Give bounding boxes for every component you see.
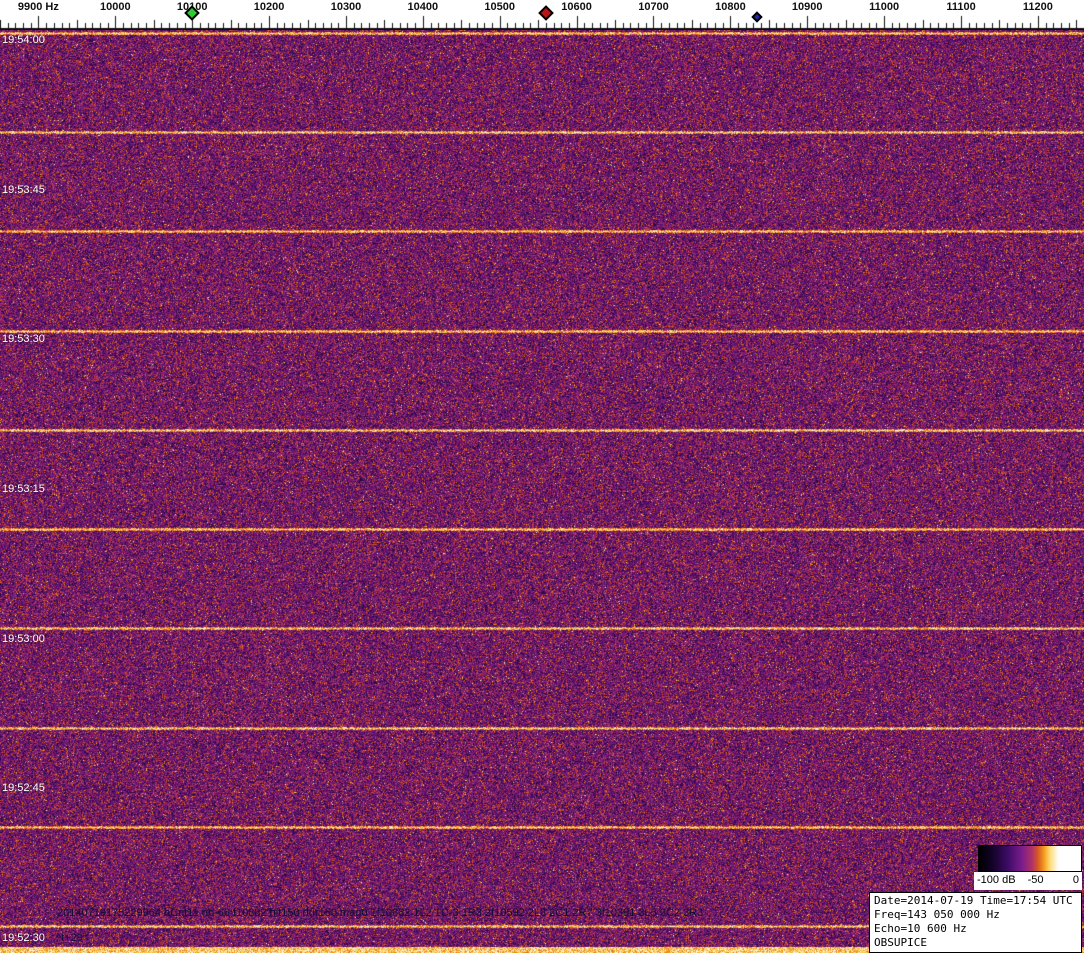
freq-tick-label: 9900 Hz xyxy=(18,1,59,13)
freq-tick-label: 10400 xyxy=(408,1,439,13)
status-info-box: Date=2014-07-19 Time=17:54 UTC Freq=143 … xyxy=(869,892,1082,953)
freq-tick-label: 10600 xyxy=(561,1,592,13)
colorbar-min-label: -100 dB xyxy=(977,874,1016,886)
freq-tick-label: 11200 xyxy=(1023,1,1053,13)
colorbar-gradient xyxy=(978,845,1082,872)
colorbar-max-label: 0 xyxy=(1073,874,1079,886)
info-freq-line: Freq=143 050 000 Hz xyxy=(874,908,1077,922)
freq-tick-label: 11100 xyxy=(946,1,975,13)
freq-tick-label: 10300 xyxy=(331,1,362,13)
meteor-spectrogram-screen: 9900 Hz100001010010200103001040010500106… xyxy=(0,0,1084,953)
freq-tick-label: 10500 xyxy=(484,1,515,13)
colorbar-mid-label: -50 xyxy=(1028,874,1044,886)
info-echo-line: Echo=10 600 Hz xyxy=(874,922,1077,936)
colorbar-legend: -100 dB -50 0 xyxy=(974,845,1082,890)
frequency-scale[interactable]: 9900 Hz100001010010200103001040010500106… xyxy=(0,0,1084,30)
detection-log-text: 20140719175229964 hCnt11 nb-66 f10882 hi… xyxy=(57,907,703,919)
colorbar-labels: -100 dB -50 0 xyxy=(974,872,1082,890)
info-station-line: OBSUPICE xyxy=(874,936,1077,950)
freq-tick-label: 10900 xyxy=(792,1,823,13)
freq-tick-label: 10700 xyxy=(638,1,669,13)
info-date-line: Date=2014-07-19 Time=17:54 UTC xyxy=(874,894,1077,908)
time-cursor-suffix: ^t+29 xyxy=(56,932,83,944)
freq-tick-label: 10000 xyxy=(100,1,131,13)
freq-tick-label: 10800 xyxy=(715,1,746,13)
spectrogram-canvas[interactable] xyxy=(0,30,1084,953)
freq-tick-label: 11000 xyxy=(869,1,899,13)
freq-tick-label: 10200 xyxy=(254,1,285,13)
